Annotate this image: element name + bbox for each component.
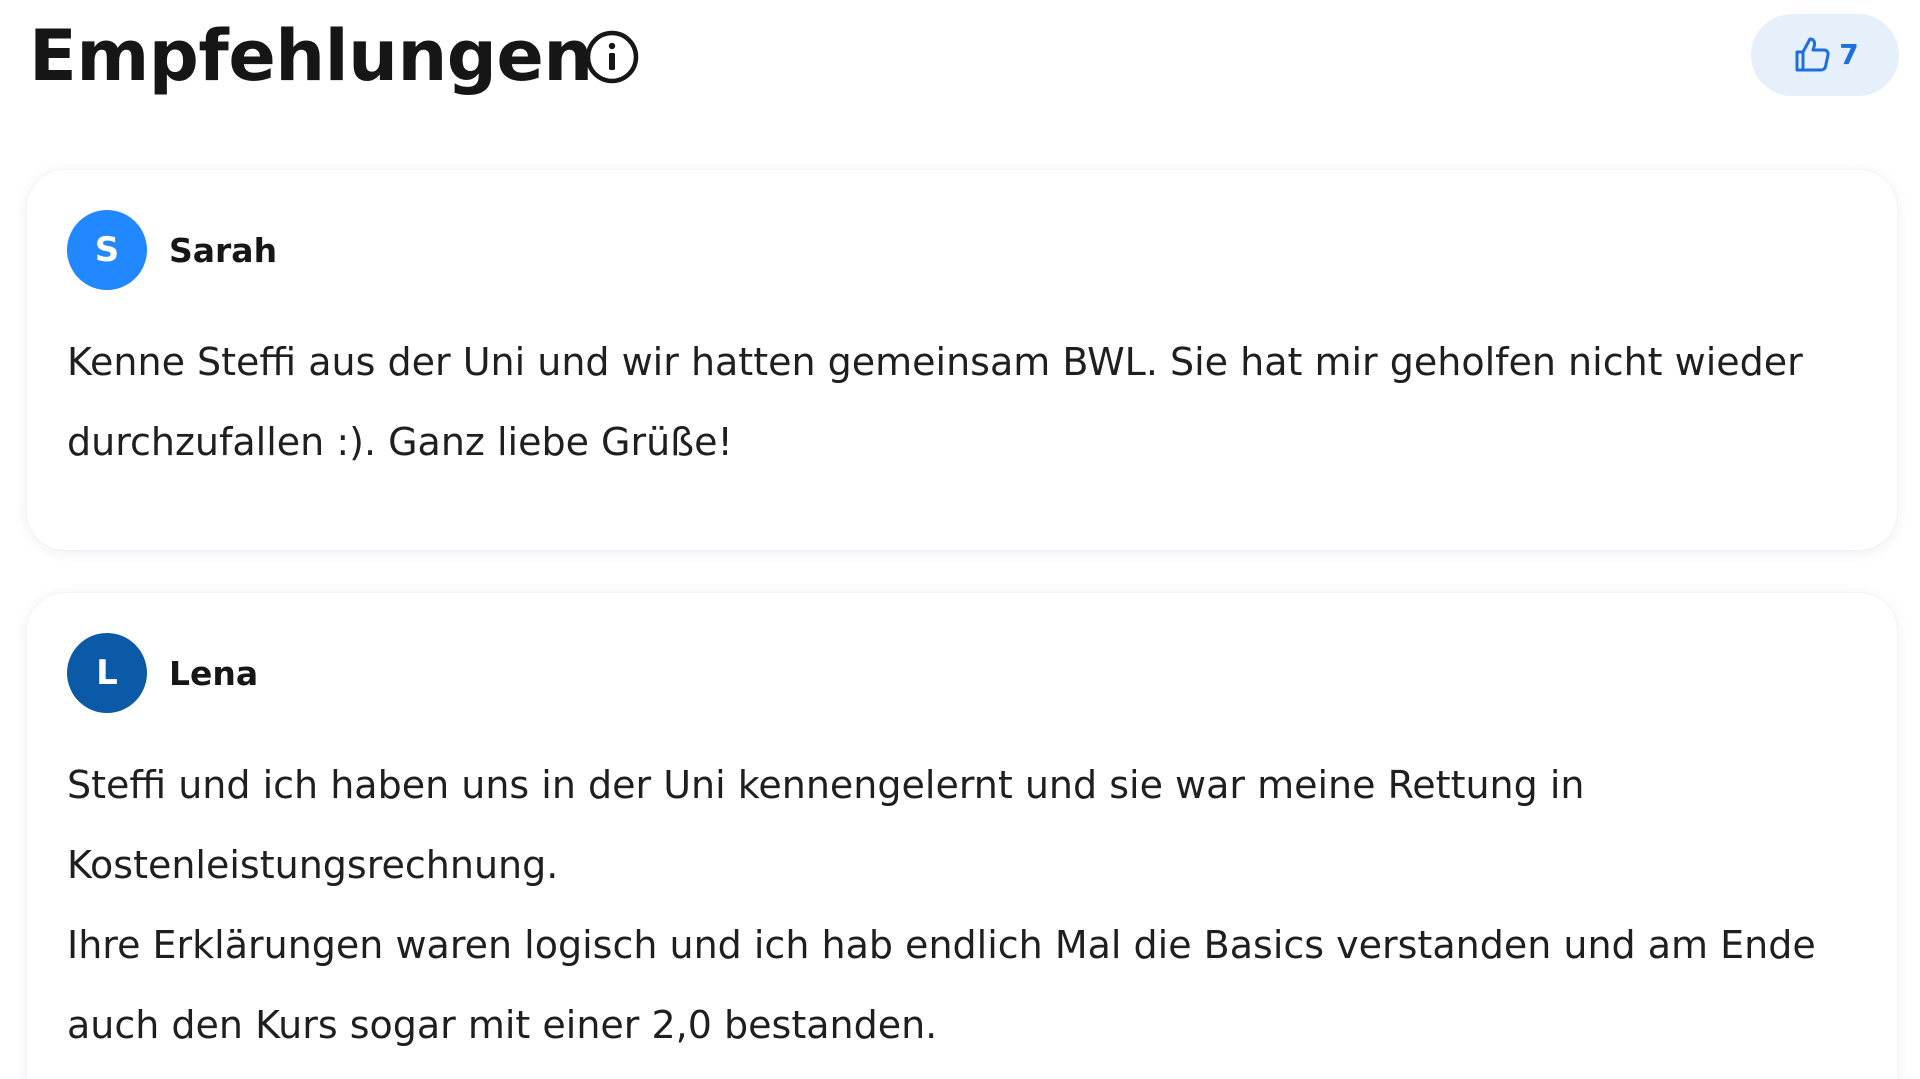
info-circle-icon[interactable] (584, 29, 640, 85)
review-card: S Sarah Kenne Steffi aus der Uni und wir… (27, 170, 1897, 550)
review-card: L Lena Steffi und ich haben uns in der U… (27, 593, 1897, 1079)
reviewer-name: Sarah (169, 230, 278, 270)
review-text: Steffi und ich haben uns in der Uni kenn… (67, 763, 1816, 1047)
reviewer: L Lena (67, 633, 258, 713)
like-count: 7 (1839, 38, 1859, 71)
thumbs-up-icon (1791, 34, 1833, 76)
page-title: Empfehlungen (29, 15, 593, 97)
avatar: S (67, 210, 147, 290)
recommendations-header: Empfehlungen 7 (29, 0, 1900, 115)
like-button[interactable]: 7 (1751, 14, 1899, 96)
reviewer: S Sarah (67, 210, 277, 290)
review-text: Kenne Steffi aus der Uni und wir hatten … (67, 340, 1803, 464)
recommendations-page: Empfehlungen 7 S Sarah Kenne Steffi aus … (0, 0, 1920, 1079)
avatar: L (67, 633, 147, 713)
reviewer-name: Lena (169, 653, 259, 693)
